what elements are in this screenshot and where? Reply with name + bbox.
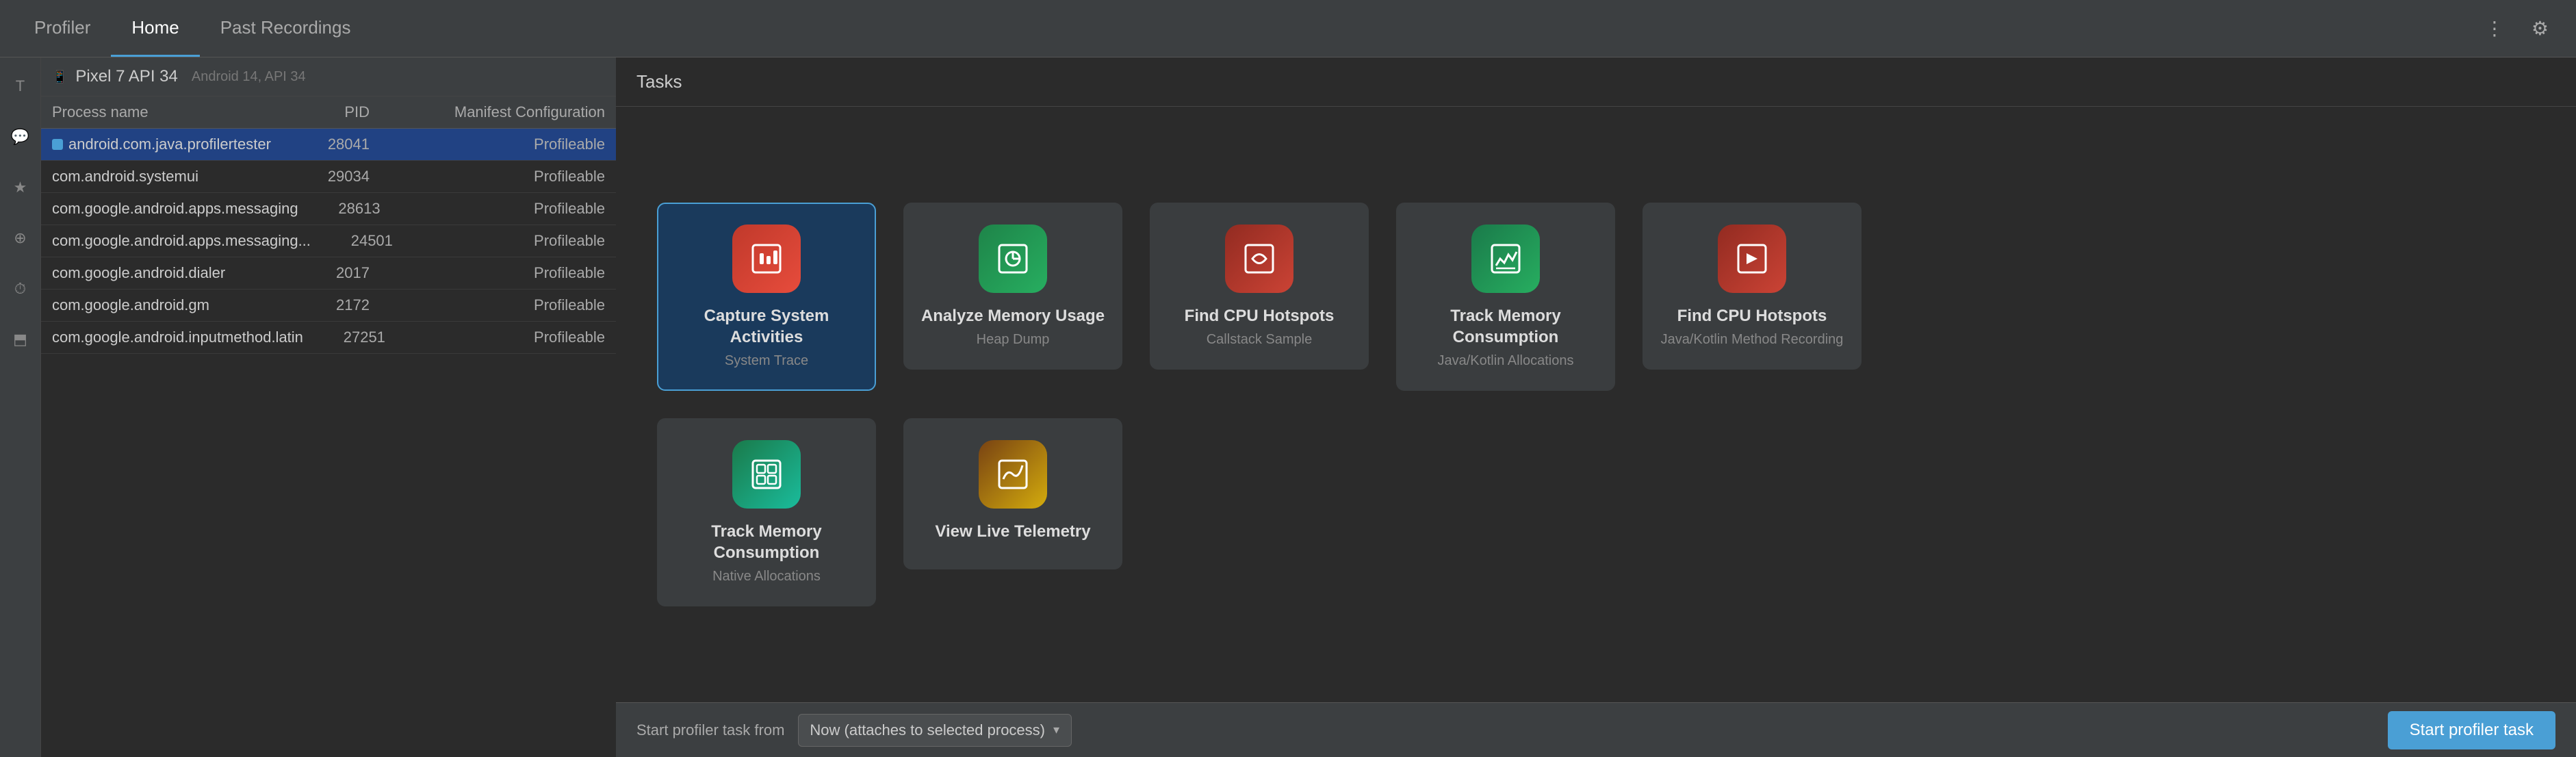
process-pid: 2017 xyxy=(287,264,370,282)
task-card-capture-system-activities[interactable]: Capture System Activities System Trace xyxy=(657,203,876,391)
process-manifest: Profileable xyxy=(385,329,605,346)
tab-profiler-label: Profiler xyxy=(34,17,90,38)
task-title-view-live-telemetry: View Live Telemetry xyxy=(935,521,1090,542)
table-header: Process name PID Manifest Configuration xyxy=(41,97,616,129)
process-manifest: Profileable xyxy=(381,200,605,218)
device-name: Pixel 7 API 34 xyxy=(75,67,177,86)
device-sub: Android 14, API 34 xyxy=(192,69,306,85)
table-row[interactable]: com.google.android.gm 2172 Profileable xyxy=(41,290,616,322)
sidebar-icon-chat[interactable]: 💬 xyxy=(5,122,36,152)
process-name: com.google.android.dialer xyxy=(52,264,287,282)
task-icon-find-cpu-hotspots-callstack xyxy=(1225,224,1293,293)
sidebar-icon-box[interactable]: ⬒ xyxy=(5,324,36,355)
process-name: com.google.android.apps.messaging xyxy=(52,200,298,218)
process-pid: 27251 xyxy=(303,329,385,346)
task-icon-track-memory-consumption-native xyxy=(732,440,801,509)
tab-past-recordings[interactable]: Past Recordings xyxy=(200,0,372,57)
process-manifest: Profileable xyxy=(370,136,605,153)
task-subtitle-capture-system-activities: System Trace xyxy=(725,353,808,369)
sidebar-icon-t[interactable]: T xyxy=(5,71,36,101)
task-title-track-memory-consumption-native: Track Memory Consumption xyxy=(672,521,861,563)
task-icon-analyze-memory-usage xyxy=(979,224,1047,293)
task-icon-view-live-telemetry xyxy=(979,440,1047,509)
tab-bar: Profiler Home Past Recordings ⋮ ⚙ xyxy=(0,0,2576,57)
task-title-find-cpu-hotspots-recording: Find CPU Hotspots xyxy=(1677,305,1827,326)
settings-button[interactable]: ⚙ xyxy=(2518,17,2562,40)
tab-profiler[interactable]: Profiler xyxy=(14,0,111,57)
task-title-track-memory-consumption-java: Track Memory Consumption xyxy=(1411,305,1600,348)
process-pid: 24501 xyxy=(311,232,393,250)
task-card-find-cpu-hotspots-recording[interactable]: Find CPU Hotspots Java/Kotlin Method Rec… xyxy=(1643,203,1862,370)
process-pid: 28041 xyxy=(287,136,370,153)
process-manifest: Profileable xyxy=(370,264,605,282)
process-table: android.com.java.profilertester 28041 Pr… xyxy=(41,129,616,757)
process-manifest: Profileable xyxy=(393,232,605,250)
process-pid: 29034 xyxy=(287,168,370,185)
device-icon: 📱 xyxy=(52,70,67,84)
process-manifest: Profileable xyxy=(370,296,605,314)
task-icon-track-memory-consumption-java xyxy=(1471,224,1540,293)
tasks-grid: Capture System Activities System Trace A… xyxy=(616,107,2576,702)
task-card-view-live-telemetry[interactable]: View Live Telemetry xyxy=(903,418,1122,569)
tab-home[interactable]: Home xyxy=(111,0,199,57)
process-name: android.com.java.profilertester xyxy=(52,136,287,153)
tasks-title: Tasks xyxy=(636,71,682,92)
task-title-capture-system-activities: Capture System Activities xyxy=(672,305,861,348)
tasks-row: Track Memory Consumption Native Allocati… xyxy=(657,418,2535,606)
sidebar-icon-timer[interactable]: ⏱ xyxy=(5,274,36,304)
process-icon xyxy=(52,139,63,150)
main-content: T 💬 ★ ⊕ ⏱ ⬒ 📱 Pixel 7 API 34 Android 14,… xyxy=(0,57,2576,757)
process-name: com.google.android.apps.messaging... xyxy=(52,232,311,250)
task-card-track-memory-consumption-native[interactable]: Track Memory Consumption Native Allocati… xyxy=(657,418,876,606)
task-icon-find-cpu-hotspots-recording xyxy=(1718,224,1786,293)
left-sidebar: T 💬 ★ ⊕ ⏱ ⬒ xyxy=(0,57,41,757)
task-card-track-memory-consumption-java[interactable]: Track Memory Consumption Java/Kotlin All… xyxy=(1396,203,1615,391)
table-row[interactable]: android.com.java.profilertester 28041 Pr… xyxy=(41,129,616,161)
process-name: com.android.systemui xyxy=(52,168,287,185)
tab-past-recordings-label: Past Recordings xyxy=(220,17,351,38)
table-row[interactable]: com.google.android.apps.messaging... 245… xyxy=(41,225,616,257)
sidebar-icon-star[interactable]: ★ xyxy=(5,172,36,203)
col-header-manifest: Manifest Configuration xyxy=(370,103,605,121)
col-header-pid: PID xyxy=(287,103,370,121)
col-header-name: Process name xyxy=(52,103,287,121)
sidebar-icon-add[interactable]: ⊕ xyxy=(5,223,36,253)
start-profiler-button[interactable]: Start profiler task xyxy=(2388,711,2555,749)
task-subtitle-find-cpu-hotspots-recording: Java/Kotlin Method Recording xyxy=(1661,332,1844,348)
bottom-bar: Start profiler task from Now (attaches t… xyxy=(616,702,2576,757)
tasks-header: Tasks xyxy=(616,57,2576,107)
task-icon-capture-system-activities xyxy=(732,224,801,293)
task-card-find-cpu-hotspots-callstack[interactable]: Find CPU Hotspots Callstack Sample xyxy=(1150,203,1369,370)
task-card-analyze-memory-usage[interactable]: Analyze Memory Usage Heap Dump xyxy=(903,203,1122,370)
task-subtitle-track-memory-consumption-native: Native Allocations xyxy=(712,569,821,585)
process-pid: 2172 xyxy=(287,296,370,314)
tab-home-label: Home xyxy=(131,17,179,38)
process-name: com.google.android.inputmethod.latin xyxy=(52,329,303,346)
task-subtitle-analyze-memory-usage: Heap Dump xyxy=(977,332,1050,348)
device-header: 📱 Pixel 7 API 34 Android 14, API 34 xyxy=(41,57,616,97)
process-panel: 📱 Pixel 7 API 34 Android 14, API 34 Proc… xyxy=(41,57,616,757)
right-panel: Tasks Capture System Activities System T… xyxy=(616,57,2576,757)
task-from-select[interactable]: Now (attaches to selected process) ▾ xyxy=(798,714,1072,747)
tasks-row: Capture System Activities System Trace A… xyxy=(657,203,2535,391)
task-from-value: Now (attaches to selected process) xyxy=(810,721,1045,739)
task-title-find-cpu-hotspots-callstack: Find CPU Hotspots xyxy=(1185,305,1335,326)
task-subtitle-track-memory-consumption-java: Java/Kotlin Allocations xyxy=(1437,353,1573,369)
select-arrow-icon: ▾ xyxy=(1053,723,1059,737)
process-pid: 28613 xyxy=(298,200,381,218)
table-row[interactable]: com.android.systemui 29034 Profileable xyxy=(41,161,616,193)
table-row[interactable]: com.google.android.inputmethod.latin 272… xyxy=(41,322,616,354)
more-options-button[interactable]: ⋮ xyxy=(2471,17,2518,40)
table-row[interactable]: com.google.android.dialer 2017 Profileab… xyxy=(41,257,616,290)
task-title-analyze-memory-usage: Analyze Memory Usage xyxy=(921,305,1105,326)
task-subtitle-find-cpu-hotspots-callstack: Callstack Sample xyxy=(1207,332,1313,348)
process-manifest: Profileable xyxy=(370,168,605,185)
table-row[interactable]: com.google.android.apps.messaging 28613 … xyxy=(41,193,616,225)
process-name: com.google.android.gm xyxy=(52,296,287,314)
start-task-label: Start profiler task from xyxy=(636,721,784,739)
